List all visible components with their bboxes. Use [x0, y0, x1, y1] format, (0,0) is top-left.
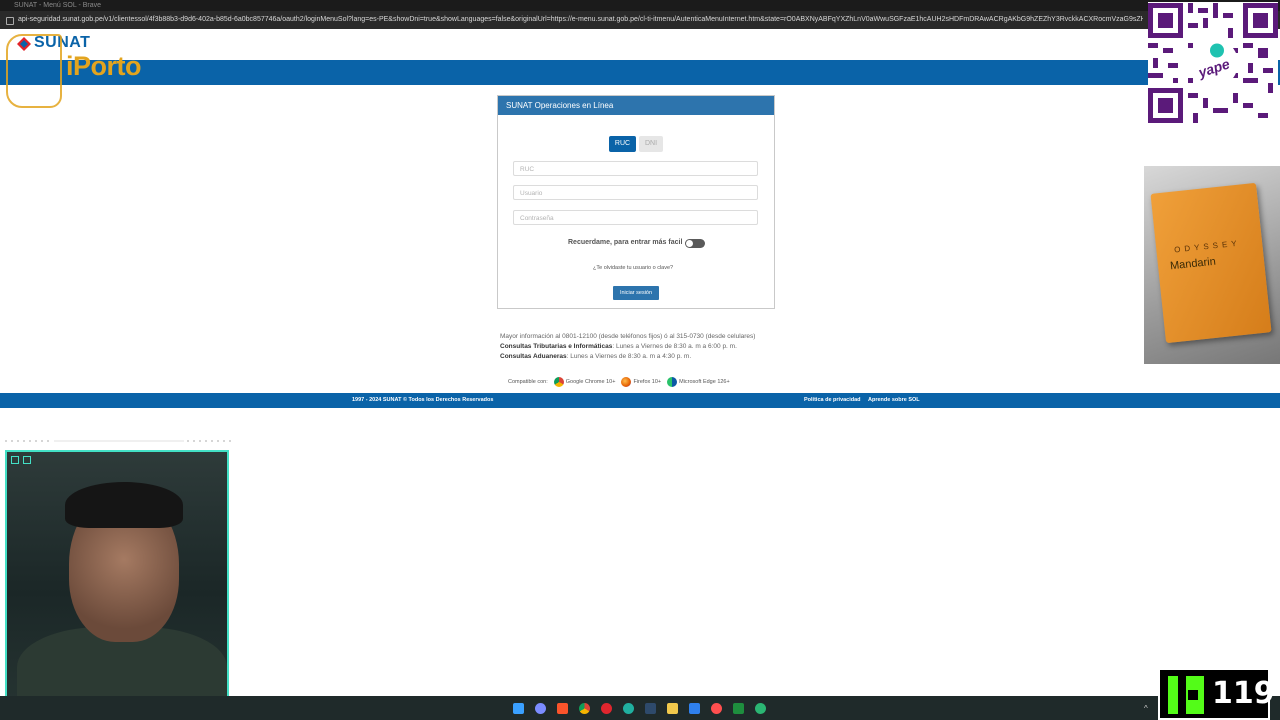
excel-icon[interactable]	[733, 703, 744, 714]
browser-firefox: Firefox 10+	[621, 376, 661, 388]
brave-icon[interactable]	[557, 703, 568, 714]
privacy-link[interactable]: Política de privacidad	[804, 393, 861, 408]
login-button[interactable]: Iniciar sesión	[613, 286, 659, 300]
edge-taskbar-icon[interactable]	[623, 703, 634, 714]
ruc-input[interactable]: RUC	[513, 161, 758, 176]
tributarias-line: Consultas Tributarias e Informáticas: Lu…	[500, 342, 770, 352]
vscode-icon[interactable]	[689, 703, 700, 714]
webcam-person-hair	[65, 482, 183, 528]
browser-title: SUNAT - Menú SOL - Brave	[14, 2, 102, 9]
windows-taskbar	[0, 696, 1280, 720]
obs-icon[interactable]	[711, 703, 722, 714]
header-band	[0, 60, 1280, 85]
tab-ruc[interactable]: RUC	[609, 136, 636, 152]
aduaneras-hours: : Lunes a Viernes de 8:30 a. m a 4:30 p.…	[566, 353, 692, 360]
url-text[interactable]: api-seguridad.sunat.gob.pe/v1/clientesso…	[18, 11, 1143, 29]
remember-label: Recuerdame, para entrar más facil	[568, 239, 683, 246]
windows-start-icon[interactable]	[513, 703, 524, 714]
corner-square-icon	[23, 456, 31, 464]
file-explorer-icon[interactable]	[667, 703, 678, 714]
browser-title-bar: SUNAT - Menú SOL - Brave	[0, 0, 1280, 11]
kick-logo-icon	[1168, 676, 1204, 714]
chevron-up-icon[interactable]: ^	[1144, 704, 1148, 713]
terminal-icon[interactable]	[645, 703, 656, 714]
browser-firefox-label: Firefox 10+	[633, 379, 662, 385]
viewer-counter: 119	[1158, 668, 1275, 720]
corner-square-icon	[11, 456, 19, 464]
login-panel: SUNAT Operaciones en Línea RUC DNI RUC U…	[497, 95, 775, 309]
edge-icon	[667, 376, 678, 387]
aduaneras-line: Consultas Aduaneras: Lunes a Viernes de …	[500, 352, 770, 362]
contact-info: Mayor información al 0801-12100 (desde t…	[500, 332, 770, 362]
chrome-taskbar-icon[interactable]	[579, 703, 590, 714]
tributarias-hours: : Lunes a Viernes de 8:30 a. m a 6:00 p.…	[612, 343, 737, 350]
webcam-feed	[5, 450, 229, 710]
forgot-password-link[interactable]: ¿Te olvidaste tu usuario o clave?	[593, 265, 673, 271]
chrome-icon	[553, 376, 564, 387]
compatible-label: Compatible con:	[508, 379, 548, 385]
remember-toggle[interactable]	[685, 239, 705, 248]
browser-edge-label: Microsoft Edge 126+	[679, 379, 730, 385]
aduaneras-label: Consultas Aduaneras	[500, 353, 567, 360]
page-footer: 1997 - 2024 SUNAT © Todos los Derechos R…	[0, 393, 1280, 408]
whatsapp-icon[interactable]	[755, 703, 766, 714]
webcam-frame-decoration	[5, 440, 231, 442]
viewer-count: 119	[1212, 676, 1275, 711]
copyright-text: 1997 - 2024 SUNAT © Todos los Derechos R…	[352, 397, 494, 403]
browser-edge: Microsoft Edge 126+	[667, 376, 730, 388]
lock-icon	[6, 17, 14, 25]
compatible-browsers: Compatible con: Google Chrome 10+ Firefo…	[508, 376, 730, 388]
address-bar[interactable]: api-seguridad.sunat.gob.pe/v1/clientesso…	[0, 11, 1280, 29]
browser-chrome-label: Google Chrome 10+	[565, 379, 616, 385]
usuario-input[interactable]: Usuario	[513, 185, 758, 200]
learn-sol-link[interactable]: Aprende sobre SOL	[868, 393, 920, 408]
opera-icon[interactable]	[601, 703, 612, 714]
copilot-icon[interactable]	[535, 703, 546, 714]
firefox-icon	[621, 376, 632, 387]
browser-chrome: Google Chrome 10+	[553, 376, 616, 388]
tributarias-label: Consultas Tributarias e Informáticas	[500, 343, 613, 350]
phone-line: Mayor información al 0801-12100 (desde t…	[500, 333, 756, 340]
panel-header: SUNAT Operaciones en Línea	[498, 96, 774, 115]
perfume-image: ODYSSEY Mandarin	[1144, 166, 1280, 364]
contrasena-input[interactable]: Contraseña	[513, 210, 758, 225]
iporto-overlay-logo: iPorto	[66, 51, 142, 81]
panel-title: SUNAT Operaciones en Línea	[506, 101, 614, 110]
tab-dni[interactable]: DNI	[639, 136, 663, 152]
iporto-phone-icon	[6, 34, 62, 108]
